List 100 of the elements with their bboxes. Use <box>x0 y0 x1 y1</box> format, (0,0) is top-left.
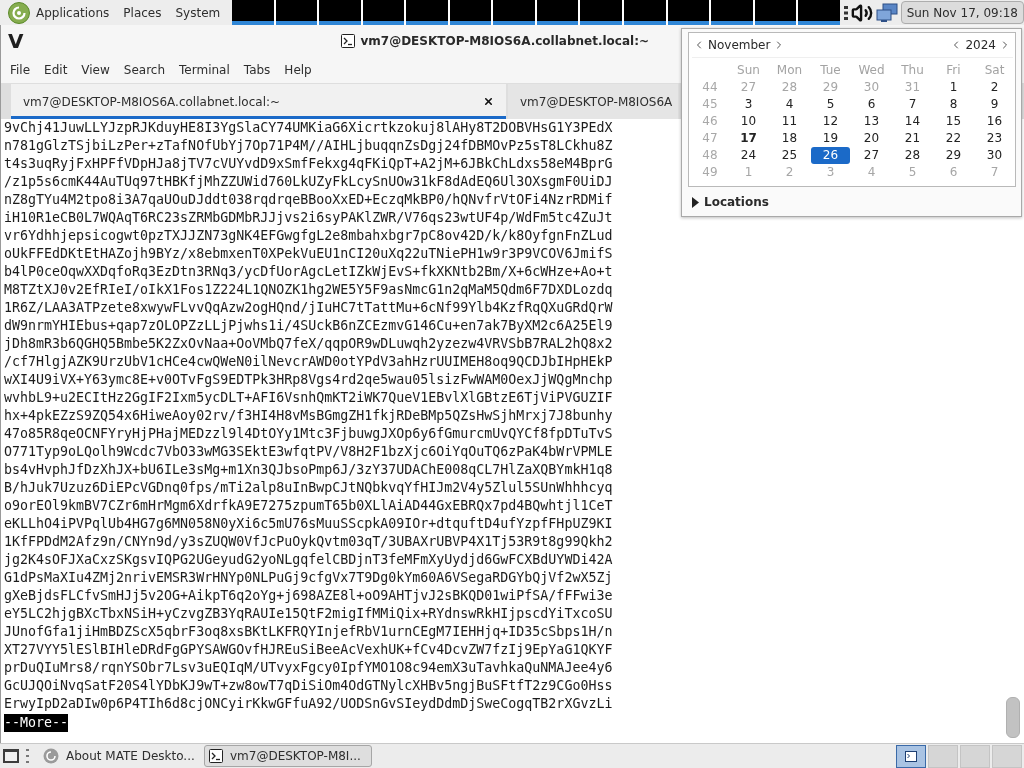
pager-cell[interactable] <box>319 0 361 25</box>
taskbar-window-button[interactable]: vm7@DESKTOP-M8I... <box>204 745 372 767</box>
pager-cell[interactable] <box>449 0 492 25</box>
week-number: 46 <box>701 113 719 130</box>
terminal-line: JUnofGfa1jiHmBDZScX5qbrF3oq8xsBKtLKFRQYInjefRbV1urnCEgM7IEHHjq+ID35cSbps1H/n <box>4 623 613 641</box>
calendar-day[interactable]: 9 <box>975 96 1014 113</box>
calendar-day[interactable]: 21 <box>893 130 932 147</box>
weekday-label: Sat <box>983 62 1006 79</box>
pager-cell[interactable] <box>667 0 710 25</box>
calendar-day[interactable]: 19 <box>811 130 850 147</box>
calendar-day[interactable]: 27 <box>852 147 891 164</box>
terminal-line: nZ8gTYu4M2tpo8i3A7qaUOuDJddt038rqdrqeBBooXxED+EczqMkBP0/hQNvfrVtOFi4NzrRDMif <box>4 191 613 209</box>
menu-item[interactable]: View <box>74 58 117 82</box>
close-icon[interactable] <box>483 96 494 107</box>
menu-item[interactable]: Edit <box>37 58 75 82</box>
pager-cell[interactable] <box>580 0 622 25</box>
calendar-day[interactable]: 20 <box>852 130 891 147</box>
calendar-day[interactable]: 3 <box>729 96 768 113</box>
calendar-day[interactable]: 15 <box>934 113 973 130</box>
pager-cell[interactable] <box>624 0 666 25</box>
weekday-label: Fri <box>945 62 962 79</box>
calendar-day[interactable]: 11 <box>770 113 809 130</box>
calendar-day[interactable]: 8 <box>934 96 973 113</box>
calendar-day[interactable]: 10 <box>729 113 768 130</box>
calendar-day[interactable]: 23 <box>975 130 1014 147</box>
week-number: 49 <box>701 164 719 181</box>
terminal-icon <box>209 749 223 763</box>
window-logo: V <box>8 31 24 51</box>
calendar-day[interactable]: 30 <box>975 147 1014 164</box>
scrollbar-thumb[interactable] <box>1006 697 1020 738</box>
weekday-label: Wed <box>857 62 886 79</box>
terminal-line: 1KfFPDdM2Afz9n/CNYn9d/y3sZUQW0VfJcPuOykQvtm03qT/3UBAXrUBVP4X1Tj53R9t8g99Qkh2 <box>4 533 613 551</box>
terminal-line: O771Typ9oLQolh9Wcdc7VbO33wMG3SEktE3wfqtPV/V8H2F1bzXjc6OiYqOuTQ6zPaK4bWrVPMLE <box>4 443 613 461</box>
speaker-icon[interactable] <box>850 1 873 24</box>
calendar-day[interactable]: 13 <box>852 113 891 130</box>
calendar-day[interactable]: 6 <box>852 96 891 113</box>
calendar-day[interactable]: 18 <box>770 130 809 147</box>
year-label: 2024 <box>965 38 996 52</box>
calendar-day[interactable]: 4 <box>770 96 809 113</box>
terminal-icon <box>905 750 917 762</box>
calendar-day[interactable]: 28 <box>893 147 932 164</box>
terminal-line: 1R6Z/LAA3ATPzete8xwywFLvvQqAzw2ogHQnd/jIuHC7tTattMu+6cNf99Ylb4KzfRqQXuGRdQrW <box>4 299 613 317</box>
terminal-line: wXI4U9iVX+Y63ymc8E+v0OTvFgS9EDTPk3HRp8Vgs4rd2qe5wau05lsizFwWAM0OexJjWQgMnchp <box>4 371 613 389</box>
terminal-icon <box>341 34 356 48</box>
terminal-line: vr6Ydhhjepsicogwt0pzTXJJZN73gNK4EFGwgfgL2e8mbahxbgr7pC8ov42D/k/k8OyfgnFnZLud <box>4 227 613 245</box>
clock-button[interactable]: Sun Nov 17, 09:18 <box>900 1 1024 24</box>
calendar-day[interactable]: 25 <box>770 147 809 164</box>
terminal-line: hx+4pkEZzS9ZQ54x6HiweAoy02rv/f3HI4H8vMsBGmgZH1fkjRDeBMp5QZsHwSjhMrxj7J8bunhy <box>4 407 613 425</box>
terminal-tab[interactable]: vm7@DESKTOP-M8IOS6A.collabnet.local:~ <box>11 84 506 119</box>
workspace-cell[interactable] <box>992 744 1022 768</box>
terminal-line: G1dPsMaXIu4ZMj2nrivEMSR3WrHNYp0NLPuGj9cfgVx7T9Dg0kYm60A6VSegaRDGYbQjVf2wX5Zj <box>4 569 613 587</box>
network-icon[interactable] <box>875 2 898 23</box>
panel-menu[interactable]: System <box>168 0 228 25</box>
calendar-day[interactable]: 17 <box>729 130 768 147</box>
desktop-icon[interactable] <box>2 747 20 765</box>
terminal-line: 9vChj41JuwLLYJzpRJKduyHE8I3YgSlaCY74UMKiaG6Xicrtkzokuj8lAHy8T2DOBVHsG1Y3PEdX <box>4 119 613 137</box>
terminal-line: ErwyIpD2aDIw0p6P4TIh6d8cjONCyirKkwGFfuA92/UODSnGvSIeydDdmDjSweCogqTB2rXGvzLi <box>4 695 613 713</box>
taskbar-window-button[interactable]: About MATE Deskto... <box>38 745 200 767</box>
calendar-day[interactable]: 12 <box>811 113 850 130</box>
pager-cell[interactable] <box>493 0 535 25</box>
month-label: November <box>708 38 771 52</box>
calendar-day[interactable]: 16 <box>975 113 1014 130</box>
calendar-day[interactable]: 29 <box>934 147 973 164</box>
calendar-day[interactable]: 24 <box>729 147 768 164</box>
pager-cell[interactable] <box>362 0 405 25</box>
workspace-cell[interactable] <box>960 744 990 768</box>
pager-cell[interactable] <box>798 0 840 25</box>
pager-cell[interactable] <box>711 0 753 25</box>
weekday-label: Sun <box>736 62 761 79</box>
pager-cell[interactable] <box>754 0 797 25</box>
locations-expander[interactable]: Locations <box>688 192 773 212</box>
terminal-line: iH10R1eCB0L7WQAqT6RC23sZRMbGDMbRJJjvs2i6syPAKlZWR/V76qs23wtUF4p/WdFm5tc4ZuJt <box>4 209 613 227</box>
terminal-tab[interactable]: vm7@DESKTOP-M8IOS6A <box>508 84 678 119</box>
drag-handle-icon[interactable] <box>26 748 29 764</box>
pager-cell[interactable] <box>232 0 274 25</box>
calendar-day[interactable]: 26 <box>811 147 850 164</box>
pager-cell[interactable] <box>536 0 579 25</box>
menu-item[interactable]: Tabs <box>236 58 278 82</box>
calendar-day[interactable]: 7 <box>893 96 932 113</box>
menu-item[interactable]: Terminal <box>172 58 237 82</box>
workspace-cell[interactable] <box>928 744 958 768</box>
menu-item[interactable]: Help <box>277 58 319 82</box>
terminal-line: 47o85R8qeOCNFYryHjPHajMEDzzl9l4DtOYy1Mtc3FjbuwgJXOp6y6fGmurcmUvQYCf8fpDTuTvS <box>4 425 613 443</box>
weekday-label: Mon <box>775 62 804 79</box>
terminal-line: eY5LC2hjgBXcTbxNSiH+yCzvgZB3YqRAUIe15QtF2migIfMMiQix+RYdnswRkHIjpscdYiTxcoSU <box>4 605 613 623</box>
pager-cell[interactable] <box>406 0 448 25</box>
workspace-cell[interactable] <box>896 744 926 768</box>
calendar-day[interactable]: 1 <box>934 79 973 96</box>
drag-handle-icon[interactable] <box>843 5 848 20</box>
calendar-day[interactable]: 22 <box>934 130 973 147</box>
menu-item[interactable]: Search <box>116 58 173 82</box>
pager-cell[interactable] <box>275 0 318 25</box>
calendar-day[interactable]: 5 <box>811 96 850 113</box>
calendar-day[interactable]: 14 <box>893 113 932 130</box>
panel-menu[interactable]: Places <box>116 0 169 25</box>
calendar-day[interactable]: 2 <box>975 79 1014 96</box>
panel-menu[interactable]: Applications <box>1 0 117 25</box>
week-number: 47 <box>701 130 719 147</box>
terminal-line: B/hJuk7Uzuz6DiEPcVGDnq0fps/mTi2alp8uInBwpCJtNQbkvqYfHIJm2V4y5Zlul5SUnWhhhcyq <box>4 479 613 497</box>
menu-item[interactable]: File <box>3 58 38 82</box>
